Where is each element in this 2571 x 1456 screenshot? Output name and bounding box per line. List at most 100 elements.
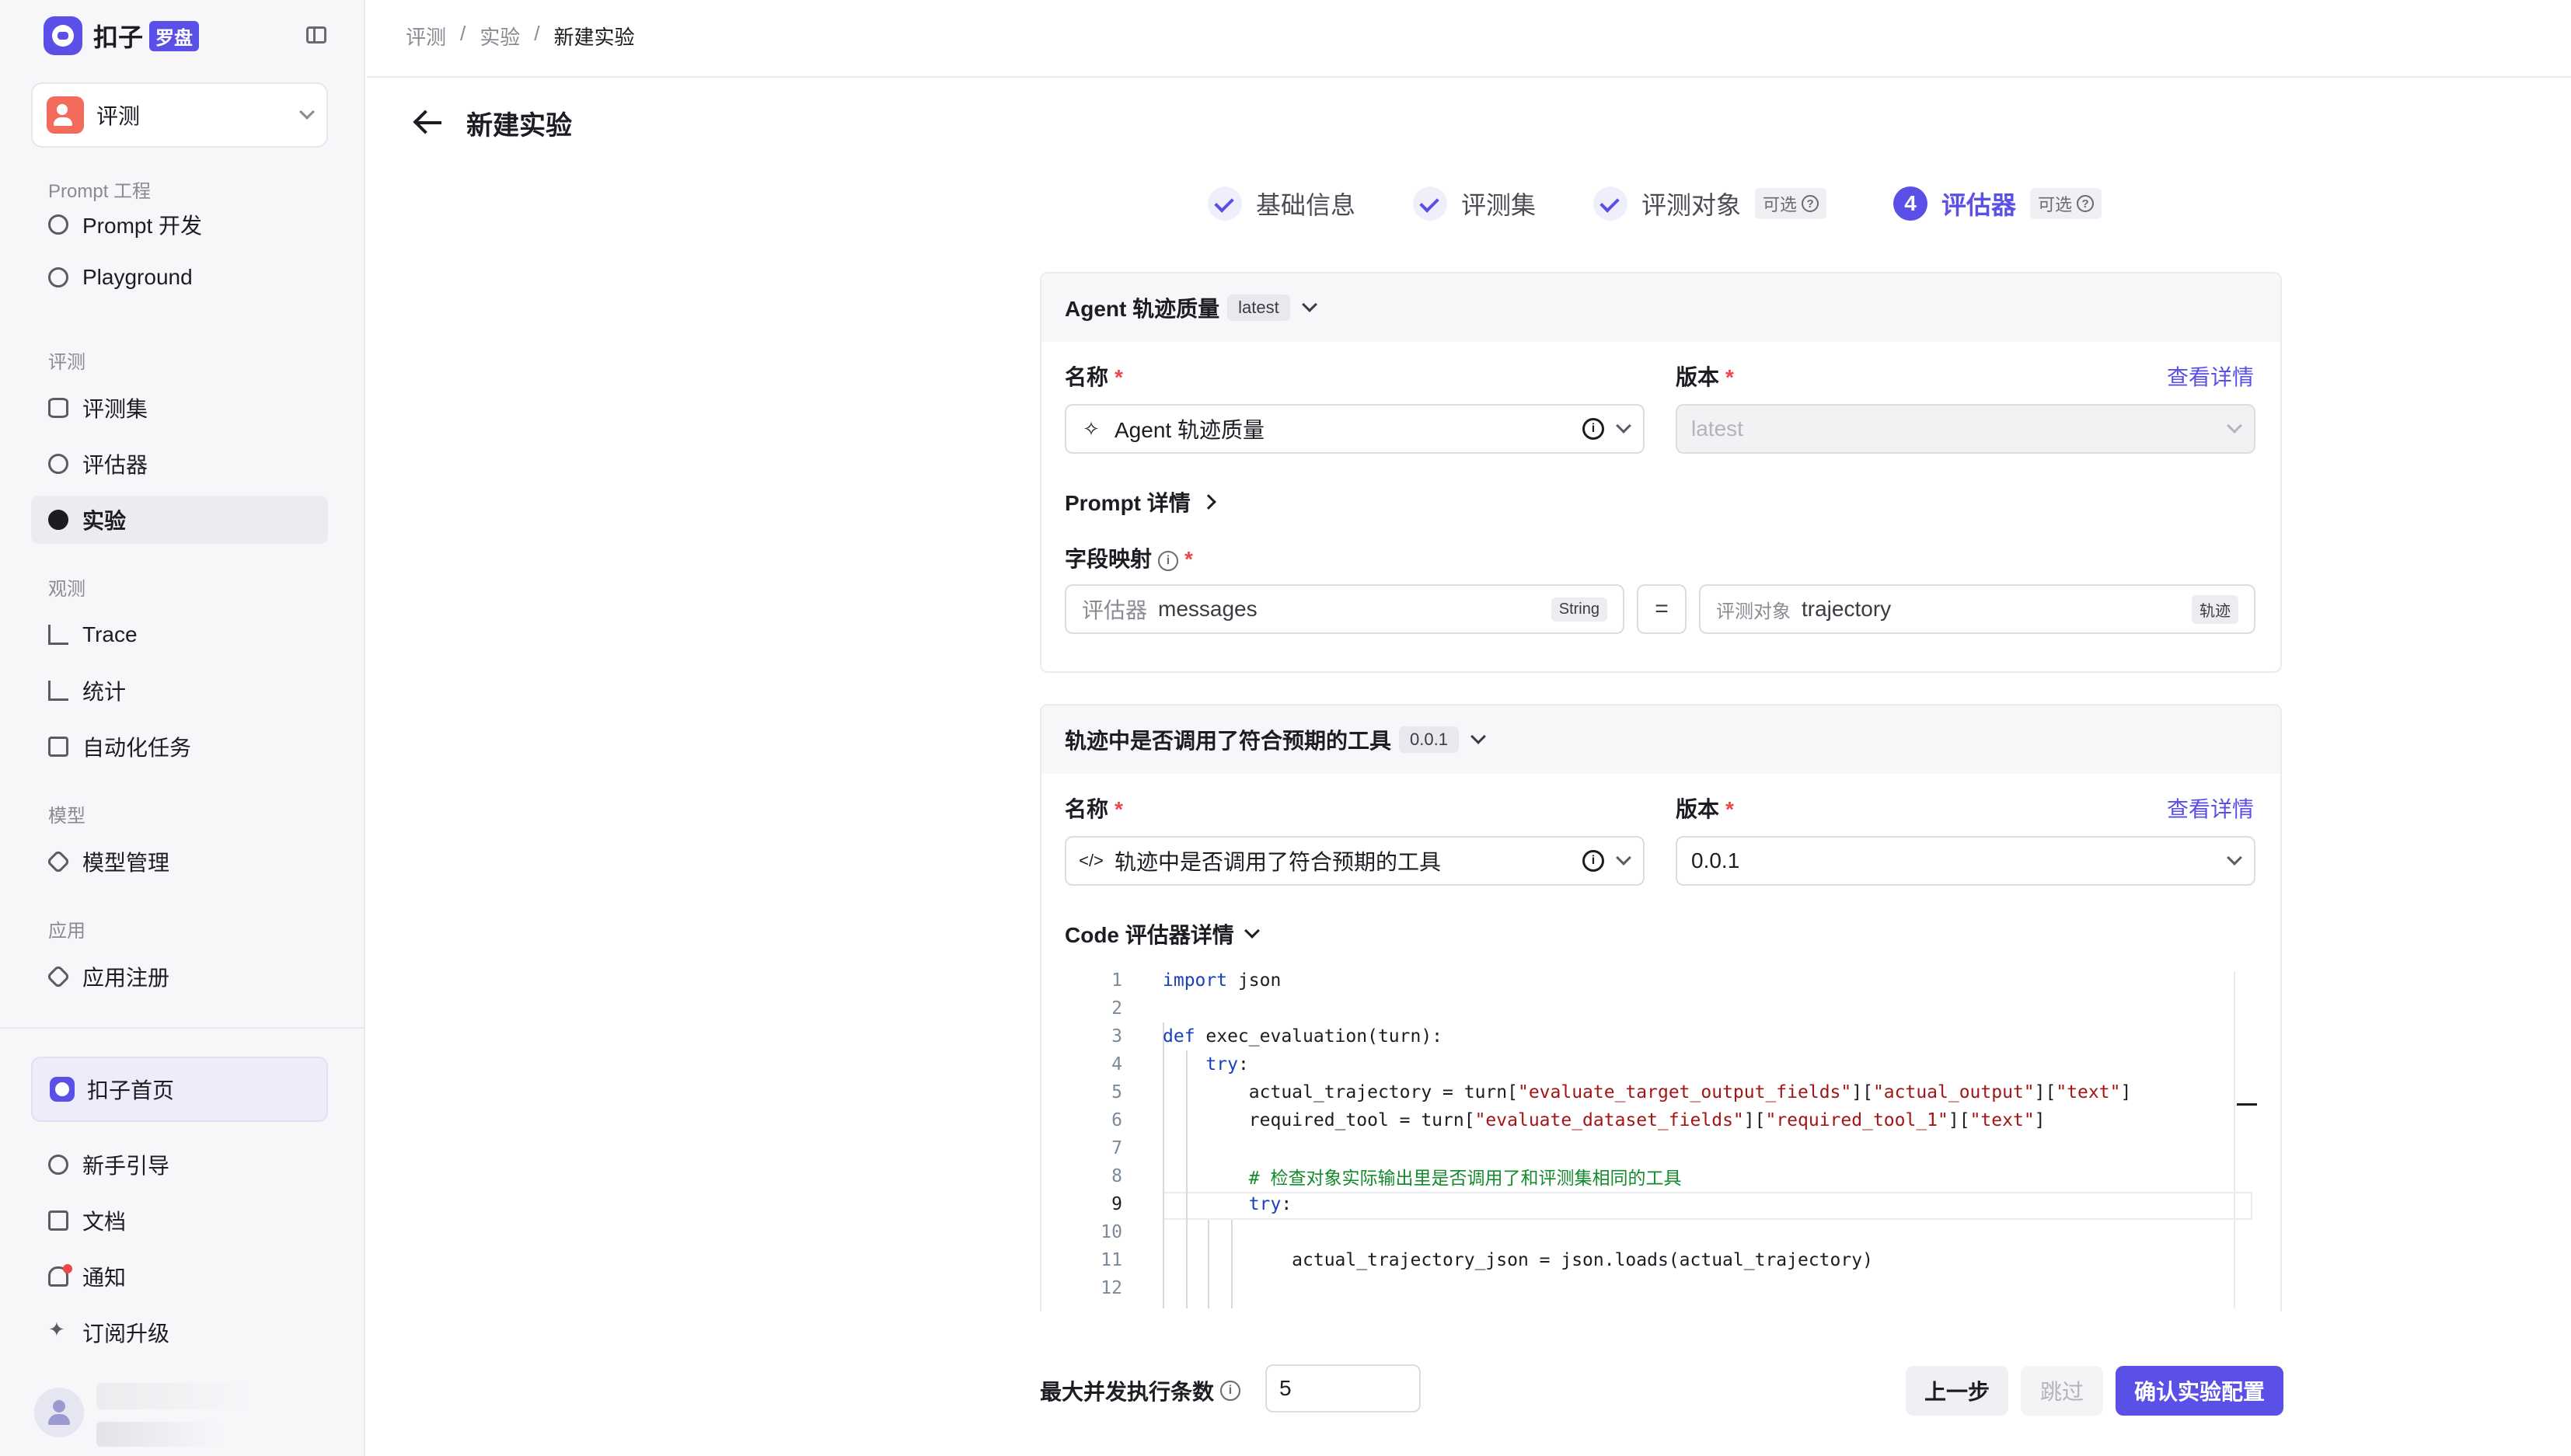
code-string: "evaluate_dataset_fields" bbox=[1474, 1110, 1744, 1130]
prompt-detail-toggle[interactable]: Prompt 详情 bbox=[1065, 486, 1216, 517]
task-icon bbox=[48, 737, 68, 757]
step-evaluator[interactable]: 4 评估器 可选? bbox=[1893, 186, 2102, 221]
step-dataset[interactable]: 评测集 bbox=[1413, 186, 1536, 221]
version-label-text: 版本 bbox=[1676, 365, 1720, 389]
sidebar-item-label: Playground bbox=[82, 265, 193, 289]
mapping-target-select[interactable]: 评测对象 trajectory 轨迹 bbox=[1699, 584, 2255, 634]
app-logo[interactable]: 扣子 罗盘 bbox=[44, 16, 200, 55]
question-icon[interactable]: ? bbox=[1802, 195, 1819, 212]
step-label: 基础信息 bbox=[1256, 191, 1356, 219]
evaluator-card-header[interactable]: 轨迹中是否调用了符合预期的工具 0.0.1 bbox=[1041, 705, 2280, 774]
sidebar-item-label: 自动化任务 bbox=[82, 736, 192, 760]
evaluator-name-select[interactable]: </> 轨迹中是否调用了符合预期的工具 i bbox=[1065, 836, 1645, 886]
code-text: try: bbox=[1248, 1194, 1292, 1214]
code-line: 8 # 检查对象实际输出里是否调用了和评测集相同的工具 bbox=[1065, 1162, 2254, 1190]
breadcrumb: 评测 / 实验 / 新建实验 bbox=[406, 22, 635, 51]
check-icon bbox=[1413, 186, 1447, 221]
previous-step-button[interactable]: 上一步 bbox=[1906, 1366, 2008, 1416]
sidebar-item-experiments[interactable]: 实验 bbox=[31, 496, 328, 544]
evaluator-card-header[interactable]: Agent 轨迹质量 latest bbox=[1041, 273, 2280, 342]
nav-group-title: 模型 bbox=[48, 806, 85, 827]
evaluator-name-value: 轨迹中是否调用了符合预期的工具 bbox=[1115, 850, 1442, 874]
sidebar-item-prompt-dev[interactable]: Prompt 开发 bbox=[31, 200, 328, 249]
sidebar-collapse-icon[interactable] bbox=[306, 26, 326, 44]
sidebar-item-upgrade[interactable]: 订阅升级 bbox=[31, 1308, 328, 1357]
chevron-down-icon bbox=[2227, 418, 2242, 434]
sidebar-item-app-registry[interactable]: 应用注册 bbox=[31, 953, 328, 1001]
sparkle-icon bbox=[48, 1318, 68, 1343]
avatar[interactable] bbox=[34, 1388, 84, 1437]
code-text: import json bbox=[1163, 970, 1282, 991]
sidebar-item-docs[interactable]: 文档 bbox=[31, 1196, 328, 1245]
concurrency-label-text: 最大并发执行条数 bbox=[1040, 1380, 1215, 1404]
sidebar-item-models[interactable]: 模型管理 bbox=[31, 838, 328, 886]
evaluator-version-value: latest bbox=[1691, 416, 1743, 441]
mapping-prefix: 评测对象 bbox=[1716, 601, 1791, 622]
sidebar-item-label: Trace bbox=[82, 622, 138, 646]
evaluator-title: Agent 轨迹质量 bbox=[1065, 297, 1220, 321]
info-icon[interactable]: i bbox=[1158, 550, 1179, 571]
nav-group-title: 观测 bbox=[48, 579, 85, 600]
sidebar-item-datasets[interactable]: 评测集 bbox=[31, 384, 328, 432]
chat-icon bbox=[48, 214, 68, 235]
code-scroll-marker[interactable] bbox=[2237, 1103, 2257, 1106]
breadcrumb-separator: / bbox=[534, 22, 540, 45]
code-line: 9 try: bbox=[1065, 1190, 2254, 1218]
sidebar-item-label: 订阅升级 bbox=[82, 1322, 170, 1346]
sidebar-item-label: 应用注册 bbox=[82, 966, 170, 990]
line-number: 7 bbox=[1111, 1138, 1122, 1158]
magic-wand-icon: ✧ bbox=[1083, 416, 1100, 441]
code-line: 11 actual_trajectory_json = json.loads(a… bbox=[1065, 1246, 2254, 1274]
question-icon[interactable]: ? bbox=[2077, 195, 2095, 212]
optional-tag: 可选? bbox=[2030, 188, 2102, 219]
sidebar-item-playground[interactable]: Playground bbox=[31, 253, 328, 301]
required-mark: * bbox=[1184, 547, 1193, 571]
evaluator-name-select[interactable]: ✧ Agent 轨迹质量 i bbox=[1065, 404, 1645, 454]
sidebar-item-automation[interactable]: 自动化任务 bbox=[31, 723, 328, 771]
sidebar-item-guide[interactable]: 新手引导 bbox=[31, 1141, 328, 1189]
view-details-link[interactable]: 查看详情 bbox=[2167, 361, 2254, 392]
sidebar-item-stats[interactable]: 统计 bbox=[31, 667, 328, 715]
code-line: 2 bbox=[1065, 994, 2254, 1022]
line-number: 11 bbox=[1101, 1250, 1122, 1270]
equals-sign: = bbox=[1637, 584, 1687, 634]
confirm-experiment-button[interactable]: 确认实验配置 bbox=[2116, 1366, 2283, 1416]
sidebar-item-notifications[interactable]: 通知 bbox=[31, 1252, 328, 1301]
bell-icon bbox=[48, 1264, 72, 1287]
chevron-down-icon bbox=[1301, 297, 1317, 312]
code-keyword: def bbox=[1163, 1026, 1195, 1047]
check-icon bbox=[1593, 186, 1627, 221]
skip-button[interactable]: 跳过 bbox=[2021, 1366, 2103, 1416]
evaluator-version-select[interactable]: 0.0.1 bbox=[1676, 836, 2255, 886]
concurrency-input[interactable]: 5 bbox=[1265, 1364, 1421, 1412]
view-details-link[interactable]: 查看详情 bbox=[2167, 792, 2254, 824]
version-label: 版本 * bbox=[1676, 792, 1734, 824]
space-selector[interactable]: 评测 bbox=[31, 82, 328, 148]
coze-logo-icon bbox=[44, 16, 82, 55]
breadcrumb-item[interactable]: 评测 bbox=[406, 22, 446, 51]
optional-tag-label: 可选 bbox=[2038, 195, 2073, 214]
info-icon[interactable]: i bbox=[1582, 418, 1604, 440]
mapping-prefix: 评估器 bbox=[1082, 598, 1148, 622]
coze-home-button[interactable]: 扣子首页 bbox=[31, 1057, 328, 1122]
sidebar-item-evaluators[interactable]: 评估器 bbox=[31, 440, 328, 488]
info-icon[interactable]: i bbox=[1220, 1381, 1241, 1401]
required-mark: * bbox=[1115, 365, 1123, 389]
info-icon[interactable]: i bbox=[1582, 850, 1604, 872]
breadcrumb-item[interactable]: 实验 bbox=[480, 22, 520, 51]
code-detail-toggle[interactable]: Code 评估器详情 bbox=[1065, 918, 1260, 949]
step-basic-info[interactable]: 基础信息 bbox=[1208, 186, 1355, 221]
code-string: "actual_output" bbox=[1872, 1082, 2035, 1102]
step-label: 评测对象 bbox=[1641, 191, 1742, 219]
back-arrow-icon[interactable] bbox=[412, 109, 443, 137]
step-label: 评测集 bbox=[1461, 191, 1537, 219]
sidebar-item-label: 评测集 bbox=[82, 397, 148, 421]
chevron-right-icon bbox=[1200, 494, 1216, 510]
sidebar-item-trace[interactable]: Trace bbox=[31, 611, 328, 659]
line-number: 8 bbox=[1111, 1166, 1122, 1186]
code-viewer[interactable]: 1 import json 2 3 def exec_evaluation(turn… bbox=[1065, 967, 2254, 1308]
step-target[interactable]: 评测对象 可选? bbox=[1593, 186, 1827, 221]
database-icon bbox=[48, 398, 68, 418]
code-scrollbar-track[interactable] bbox=[2234, 971, 2235, 1308]
version-label: 版本 * bbox=[1676, 361, 1734, 392]
